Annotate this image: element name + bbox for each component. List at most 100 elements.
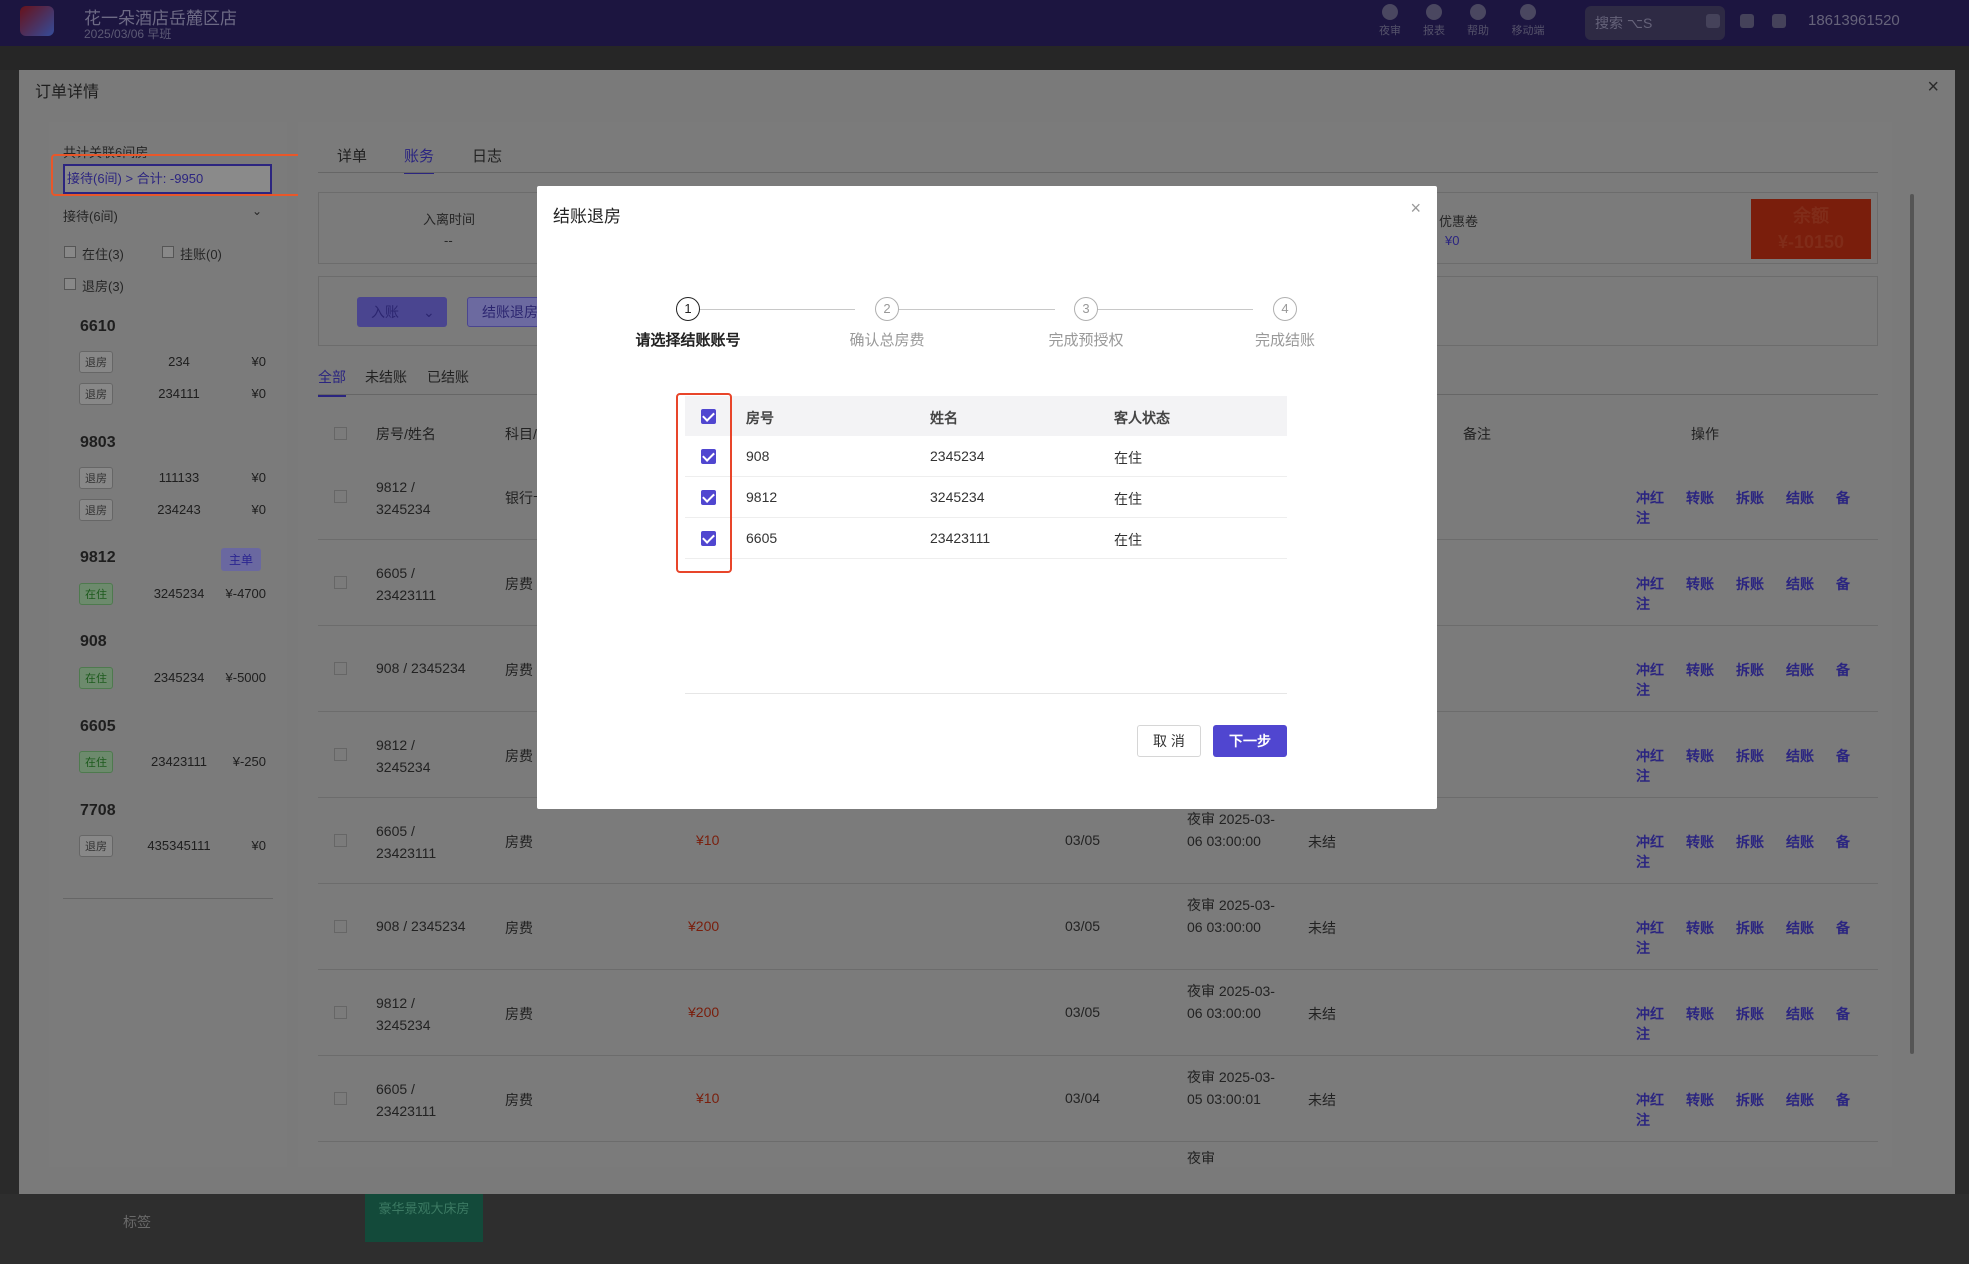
user-account[interactable]: 18613961520 [1808, 12, 1900, 29]
action-reverse[interactable]: 冲红 [1636, 1092, 1664, 1108]
row-checkbox[interactable] [334, 748, 347, 761]
row-checkbox[interactable] [334, 834, 347, 847]
action-reverse[interactable]: 冲红 [1636, 748, 1664, 764]
subtab-unsettled[interactable]: 未结账 [365, 367, 407, 387]
action-transfer[interactable]: 转账 [1686, 920, 1714, 936]
search-box[interactable]: 搜索 ⌥S [1585, 6, 1725, 40]
action-settle[interactable]: 结账 [1786, 576, 1814, 592]
row-room: 6605 / 23423111 [376, 1081, 437, 1119]
filter-live-label[interactable]: 在住(3) [82, 244, 124, 263]
action-split[interactable]: 拆账 [1736, 834, 1764, 850]
room-number[interactable]: 908 [80, 633, 107, 651]
action-settle[interactable]: 结账 [1786, 920, 1814, 936]
table-row[interactable]: 6605 / 23423111 房费 ¥10 03/04 夜审 2025-03-… [318, 1056, 1878, 1142]
room-number[interactable]: 9812 [80, 549, 116, 567]
close-icon[interactable]: × [1410, 198, 1421, 219]
group-label[interactable]: 接待(6间) [63, 206, 118, 225]
table-row[interactable]: 6605 / 23423111 房费 ¥10 03/05 夜审 2025-03-… [318, 798, 1878, 884]
action-transfer[interactable]: 转账 [1686, 576, 1714, 592]
translate-icon[interactable] [1706, 14, 1720, 28]
col-room: 房号/姓名 [376, 426, 436, 442]
action-split[interactable]: 拆账 [1736, 1092, 1764, 1108]
action-reverse[interactable]: 冲红 [1636, 662, 1664, 678]
select-all-checkbox[interactable] [334, 427, 347, 440]
action-settle[interactable]: 结账 [1786, 662, 1814, 678]
tool-night-audit[interactable]: 夜审 [1368, 4, 1412, 38]
guest-row[interactable]: 在住 3245234 ¥-4700 [61, 581, 266, 607]
guest-row[interactable]: 在住 23423111 ¥-250 [61, 749, 266, 775]
guest-name: 111133 [158, 470, 200, 485]
guest-row[interactable]: 退房 435345111 ¥0 [61, 833, 266, 859]
tab-detail[interactable]: 详单 [337, 145, 367, 166]
action-transfer[interactable]: 转账 [1686, 1092, 1714, 1108]
action-settle[interactable]: 结账 [1786, 1092, 1814, 1108]
account-row[interactable]: 908 2345234 在住 [685, 436, 1287, 477]
filter-live-checkbox[interactable] [64, 246, 76, 258]
action-split[interactable]: 拆账 [1736, 576, 1764, 592]
step-complete: 4 完成结账 [1215, 297, 1355, 350]
tool-help[interactable]: 帮助 [1456, 4, 1500, 38]
table-row[interactable]: 908 / 2345234 房费 ¥200 03/05 夜审 2025-03-0… [318, 884, 1878, 970]
room-number[interactable]: 9803 [80, 434, 116, 452]
tab-billing[interactable]: 账务 [404, 145, 435, 174]
action-split[interactable]: 拆账 [1736, 662, 1764, 678]
action-split[interactable]: 拆账 [1736, 1006, 1764, 1022]
filter-out-checkbox[interactable] [64, 278, 76, 290]
tool-report[interactable]: 报表 [1412, 4, 1456, 38]
action-reverse[interactable]: 冲红 [1636, 920, 1664, 936]
chevron-down-icon[interactable]: ⌄ [423, 297, 435, 327]
action-split[interactable]: 拆账 [1736, 490, 1764, 506]
hotel-shift: 2025/03/06 早班 [84, 27, 172, 41]
filter-hang-checkbox[interactable] [162, 246, 174, 258]
row-checkbox[interactable] [334, 576, 347, 589]
row-checkbox[interactable] [334, 490, 347, 503]
tab-log[interactable]: 日志 [472, 145, 502, 166]
row-checkbox[interactable] [334, 1006, 347, 1019]
action-transfer[interactable]: 转账 [1686, 490, 1714, 506]
account-row[interactable]: 6605 23423111 在住 [685, 518, 1287, 559]
action-transfer[interactable]: 转账 [1686, 1006, 1714, 1022]
table-row[interactable]: 9812 / 3245234 房费 ¥200 03/05 夜审 2025-03-… [318, 970, 1878, 1056]
chevron-down-icon[interactable]: ⌄ [252, 204, 262, 218]
action-settle[interactable]: 结账 [1786, 1006, 1814, 1022]
room-number[interactable]: 7708 [80, 802, 116, 820]
subtab-settled[interactable]: 已结账 [427, 367, 469, 387]
fullscreen-icon[interactable] [1740, 14, 1754, 28]
guest-row[interactable]: 退房 234 ¥0 [61, 349, 266, 375]
action-reverse[interactable]: 冲红 [1636, 576, 1664, 592]
checkout-button[interactable]: 结账退房 [467, 297, 542, 327]
room-number[interactable]: 6605 [80, 718, 116, 736]
action-settle[interactable]: 结账 [1786, 748, 1814, 764]
action-reverse[interactable]: 冲红 [1636, 834, 1664, 850]
action-split[interactable]: 拆账 [1736, 920, 1764, 936]
row-checkbox[interactable] [334, 920, 347, 933]
refresh-icon[interactable] [1772, 14, 1786, 28]
row-checkbox[interactable] [334, 1092, 347, 1105]
tool-mobile[interactable]: 移动端 [1506, 4, 1550, 38]
next-step-button[interactable]: 下一步 [1213, 725, 1287, 757]
room-number[interactable]: 6610 [80, 318, 116, 336]
group-selector[interactable]: 接待(6间) > 合计: -9950 [63, 164, 272, 194]
scrollbar[interactable] [1910, 194, 1914, 1054]
action-settle[interactable]: 结账 [1786, 490, 1814, 506]
guest-row[interactable]: 在住 2345234 ¥-5000 [61, 665, 266, 691]
guest-row[interactable]: 退房 234111 ¥0 [61, 381, 266, 407]
filter-out-label[interactable]: 退房(3) [82, 276, 124, 295]
action-transfer[interactable]: 转账 [1686, 662, 1714, 678]
action-split[interactable]: 拆账 [1736, 748, 1764, 764]
action-transfer[interactable]: 转账 [1686, 834, 1714, 850]
guest-row[interactable]: 退房 111133 ¥0 [61, 465, 266, 491]
account-row[interactable]: 9812 3245234 在住 [685, 477, 1287, 518]
row-actions: 冲红 转账 拆账 结账 备注 [1636, 1004, 1878, 1044]
action-reverse[interactable]: 冲红 [1636, 490, 1664, 506]
drawer-close-icon[interactable]: × [1927, 76, 1939, 99]
guest-row[interactable]: 退房 234243 ¥0 [61, 497, 266, 523]
subtab-all[interactable]: 全部 [318, 367, 346, 397]
entry-button[interactable]: 入账 ⌄ [357, 297, 447, 327]
filter-hang-label[interactable]: 挂账(0) [180, 244, 222, 263]
action-reverse[interactable]: 冲红 [1636, 1006, 1664, 1022]
action-transfer[interactable]: 转账 [1686, 748, 1714, 764]
row-checkbox[interactable] [334, 662, 347, 675]
cancel-button[interactable]: 取 消 [1137, 725, 1201, 757]
action-settle[interactable]: 结账 [1786, 834, 1814, 850]
